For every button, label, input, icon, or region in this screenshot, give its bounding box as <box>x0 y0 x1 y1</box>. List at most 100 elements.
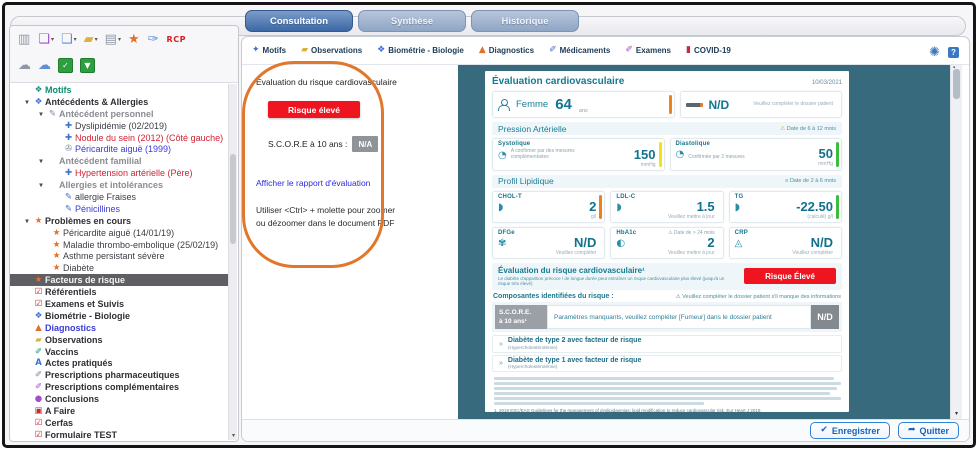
sidebar-item-icon: ✎ <box>62 204 75 214</box>
tab-biometrie-biologie[interactable]: ❖ Biométrie - Biologie <box>377 44 464 57</box>
sidebar-item[interactable]: ✚ Dyslipidémie (02/2019) <box>10 120 228 132</box>
sidebar-item[interactable]: ▾ Antécédent familial <box>10 155 228 167</box>
sidebar-item-label: allergie Fraises <box>75 192 136 202</box>
sidebar-item[interactable]: ● Conclusions <box>10 393 228 405</box>
sidebar-item[interactable]: ✎ Pénicillines <box>10 203 228 215</box>
rcp-icon[interactable]: RCP <box>167 33 187 46</box>
patient-record-tree: ❖ Motifs ▾ ❖ Antécédents & Allergies ▾ ✎… <box>10 84 228 441</box>
sidebar-item[interactable]: ✚ Nodule du sein (2012) (Côté gauche) <box>10 132 228 144</box>
consultation-bubble-icon[interactable]: ❑ ▾ <box>38 33 54 46</box>
sidebar-item[interactable]: ▾ ✎ Antécédent personnel <box>10 108 228 120</box>
metric-label: DFGe <box>498 230 515 236</box>
stamp-icon[interactable]: ✑ <box>148 33 160 46</box>
sidebar-item[interactable]: ▰ Observations <box>10 334 228 346</box>
sidebar-item[interactable]: A Actes pratiqués <box>10 357 228 369</box>
sidebar-item-label: A Faire <box>45 406 75 416</box>
sidebar-item[interactable]: ▲ Diagnostics <box>10 322 228 334</box>
tree-expander-icon[interactable]: ▾ <box>36 110 46 118</box>
sidebar-scrollbar-thumb[interactable] <box>230 154 236 244</box>
patient-sex: Femme <box>516 99 548 110</box>
tree-expander-icon[interactable]: ▾ <box>36 157 46 165</box>
sidebar-item[interactable]: ✐ Prescriptions pharmaceutiques <box>10 369 228 381</box>
favorites-icon[interactable]: ★ <box>128 33 141 46</box>
smoking-value: N/D <box>708 98 729 112</box>
pdf-document-page: Évaluation cardiovasculaire 10/03/2021 F… <box>485 71 849 412</box>
clipboard-check-icon[interactable]: ✓ <box>58 58 73 73</box>
window-tab[interactable]: Consultation <box>245 10 353 32</box>
metric-value: 50 <box>819 148 833 160</box>
window-tab[interactable]: Synthèse <box>358 10 466 32</box>
sidebar-item[interactable]: ❖ Motifs <box>10 84 228 96</box>
metric-status-bar <box>599 231 602 255</box>
sidebar-item[interactable]: ★ Asthme persistant sévère <box>10 250 228 262</box>
metric-icon: ◗ <box>498 203 503 213</box>
section-title: Pression Artérielle <box>498 124 567 134</box>
quit-button[interactable]: ➦ Quitter <box>898 422 959 439</box>
sidebar-item[interactable]: ✐ Vaccins <box>10 346 228 358</box>
sidebar-scroll-down-icon[interactable]: ▾ <box>229 432 238 441</box>
settings-gear-icon[interactable]: ✺ <box>929 45 940 60</box>
sidebar-item[interactable]: ☑ Formulaire TEST <box>10 429 228 441</box>
tab-observations[interactable]: ▰ Observations <box>301 44 362 57</box>
sidebar-item-icon: ❖ <box>32 85 45 95</box>
metric-value: 1.5 <box>697 201 715 213</box>
risk-component-row[interactable]: » Diabète de type 2 avec facteur de risq… <box>492 335 842 352</box>
sidebar-item[interactable]: ★ Péricardite aiguë (14/01/19) <box>10 227 228 239</box>
metric-label: CHOL-T <box>498 194 522 200</box>
metric-note: g/l <box>498 214 596 220</box>
footnote-blur-lines: 1. 2019 ESC/EAS Guidelines for the manag… <box>492 377 842 413</box>
cloud-offline-icon[interactable]: ☁ <box>18 59 31 72</box>
tab-motifs[interactable]: ✦ Motifs <box>252 44 286 57</box>
consultation-bubble-alt-icon[interactable]: ❑ ▾ <box>61 33 77 46</box>
tab-covid-19[interactable]: ▮ COVID-19 <box>686 44 731 57</box>
pdf-viewer[interactable]: Évaluation cardiovasculaire 10/03/2021 F… <box>458 65 950 419</box>
sidebar-item-label: Observations <box>45 335 103 345</box>
risk-component-row[interactable]: » Diabète de type 1 avec facteur de risq… <box>492 355 842 372</box>
sidebar-item[interactable]: ▾ Allergies et intolérances <box>10 179 228 191</box>
sidebar-item[interactable]: ☑ Examens et Suivis <box>10 298 228 310</box>
sidebar-item[interactable]: ▾ ★ Problèmes en cours <box>10 215 228 227</box>
show-evaluation-report-link[interactable]: Afficher le rapport d'évaluation <box>256 178 446 188</box>
sidebar-item[interactable]: ★ Maladie thrombo-embolique (25/02/19) <box>10 239 228 251</box>
tab-diagnostics[interactable]: ▲ Diagnostics <box>479 44 534 57</box>
tree-expander-icon[interactable]: ▾ <box>22 98 32 106</box>
sidebar-item[interactable]: ☑ Référentiels <box>10 286 228 298</box>
pdf-scrollbar[interactable]: ▪ ▾ <box>950 65 962 419</box>
sidebar-scrollbar[interactable] <box>228 84 237 440</box>
sidebar-item[interactable]: ✎ allergie Fraises <box>10 191 228 203</box>
clipboard-import-icon[interactable]: ▼ <box>80 58 95 73</box>
save-button[interactable]: ✔ Enregistrer <box>810 422 890 439</box>
score-value-badge: N/A <box>352 136 378 152</box>
dropdown-caret-icon: ▾ <box>95 36 98 43</box>
folder-icon[interactable]: ▰ ▾ <box>84 33 98 46</box>
sidebar-item[interactable]: ❖ Biométrie - Biologie <box>10 310 228 322</box>
risk-level-button[interactable]: Risque élevé <box>268 101 360 118</box>
component-title: Diabète de type 1 avec facteur de risque <box>508 357 641 365</box>
help-icon[interactable]: ? <box>948 47 959 58</box>
sidebar-item[interactable]: ★ Diabète <box>10 262 228 274</box>
sidebar-item-icon: ★ <box>32 275 45 285</box>
sidebar-item[interactable]: ✐ Prescriptions complémentaires <box>10 381 228 393</box>
sidebar-item[interactable]: ✚ Hypertension artérielle (Père) <box>10 167 228 179</box>
sidebar-item[interactable]: ☑ Cerfas <box>10 417 228 429</box>
metric-value: N/D <box>811 237 833 249</box>
metric-status-bar <box>659 142 662 167</box>
print-document-icon[interactable]: ▤ ▾ <box>105 33 121 46</box>
sidebar-item[interactable]: ✇ Péricardite aiguë (1999) <box>10 143 228 155</box>
sidebar-item[interactable]: ▣ A Faire <box>10 405 228 417</box>
sidebar-item-icon: ✎ <box>62 192 75 202</box>
tree-expander-icon[interactable]: ▾ <box>22 217 32 225</box>
metric-status-bar <box>836 195 839 219</box>
trash-icon[interactable]: ▥ <box>18 33 31 46</box>
sidebar-item[interactable]: ▾ ❖ Antécédents & Allergies <box>10 96 228 108</box>
window-tab[interactable]: Historique <box>471 10 579 32</box>
pdf-scrollbar-thumb[interactable] <box>953 69 960 99</box>
pdf-scroll-down-icon[interactable]: ▾ <box>951 410 962 417</box>
cloud-sync-icon[interactable]: ☁ <box>38 59 51 72</box>
tree-expander-icon[interactable]: ▾ <box>36 181 46 189</box>
cigarette-icon <box>686 103 701 107</box>
tab-medicaments[interactable]: ✐ Médicaments <box>549 44 610 57</box>
tab-examens[interactable]: ✐ Examens <box>625 44 671 57</box>
sidebar-item[interactable]: ★ Facteurs de risque <box>10 274 228 286</box>
metric-note: Veuillez mettre à jour <box>616 250 714 256</box>
